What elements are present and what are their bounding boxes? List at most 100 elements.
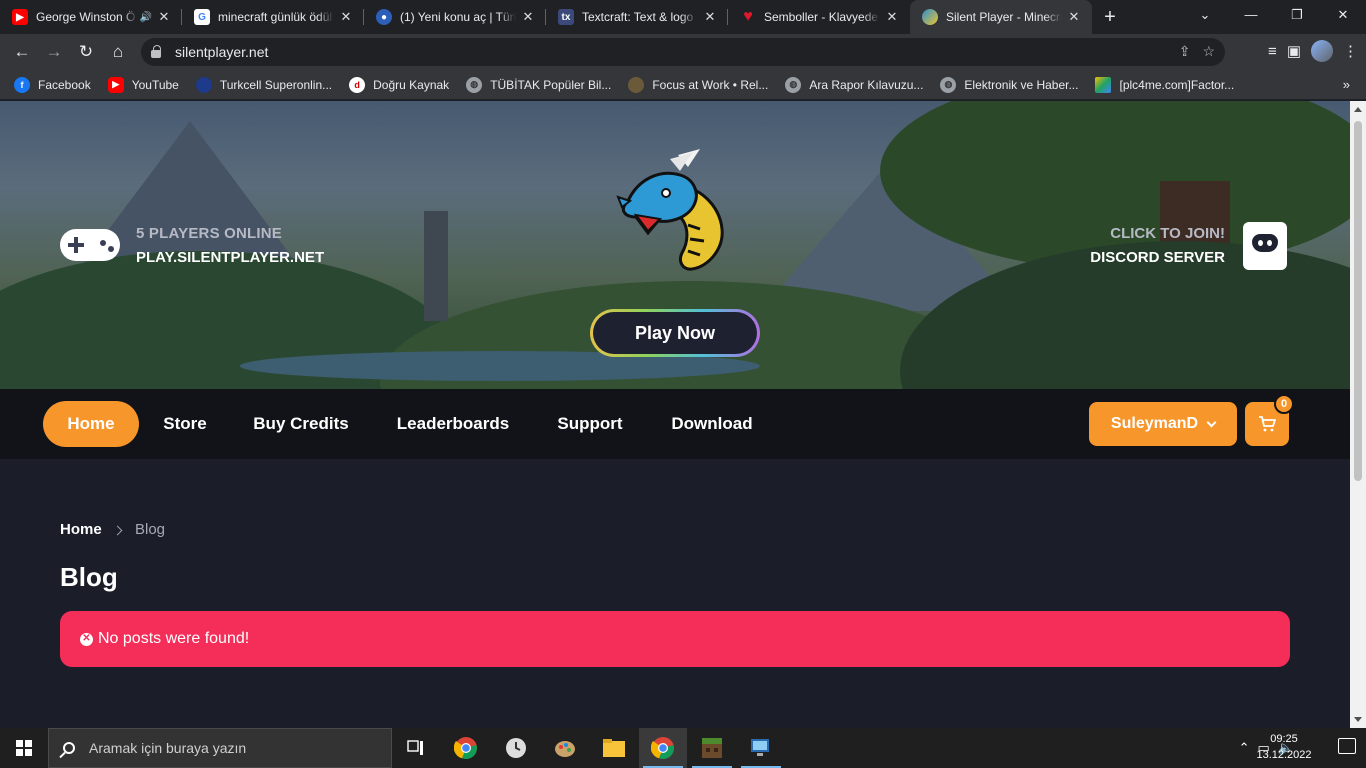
- share-icon[interactable]: ⇪: [1179, 43, 1191, 60]
- nav-support[interactable]: Support: [547, 401, 633, 447]
- nav-buy-credits[interactable]: Buy Credits: [244, 401, 358, 447]
- play-now-button[interactable]: Play Now: [590, 309, 760, 357]
- browser-tab-active[interactable]: Silent Player - Minecra ✕: [910, 0, 1092, 34]
- no-posts-alert: ✕ No posts were found!: [60, 611, 1290, 667]
- close-tab-icon[interactable]: ✕: [520, 9, 536, 25]
- heart-icon: ♥: [743, 8, 753, 25]
- bookmark-item[interactable]: ◍ Elektronik ve Haber...: [940, 76, 1079, 93]
- bookmark-label: Ara Rapor Kılavuzu...: [809, 77, 924, 92]
- tab-title: Semboller - Klavyede: [764, 10, 879, 24]
- chevron-right-icon: [112, 525, 123, 536]
- nav-leaderboards[interactable]: Leaderboards: [384, 401, 522, 447]
- close-tab-icon[interactable]: ✕: [884, 9, 900, 25]
- youtube-icon: ▶: [12, 9, 28, 25]
- close-tab-icon[interactable]: ✕: [1066, 9, 1082, 25]
- bookmark-item[interactable]: ◍ Ara Rapor Kılavuzu...: [785, 76, 924, 93]
- bookmark-label: Doğru Kaynak: [373, 77, 450, 92]
- nav-leaderboards-label: Leaderboards: [396, 414, 510, 433]
- close-window-icon[interactable]: ✕: [1320, 0, 1366, 30]
- remote-desktop-icon: [751, 739, 769, 756]
- players-online-text: 5 PLAYERS ONLINE: [136, 225, 283, 242]
- google-icon: G: [194, 9, 210, 25]
- clock-time: 09:25: [1270, 733, 1298, 745]
- scrollbar-thumb[interactable]: [1354, 121, 1362, 481]
- browser-tab[interactable]: tx Textcraft: Text & logo ✕: [546, 0, 728, 34]
- clock-app-icon: [506, 738, 526, 758]
- click-to-join-text[interactable]: CLICK TO JOIN!: [1110, 225, 1225, 242]
- clock-app-taskbar[interactable]: [492, 728, 540, 768]
- page-scrollbar[interactable]: [1350, 101, 1366, 728]
- profile-avatar[interactable]: [1311, 40, 1333, 62]
- back-arrow-icon[interactable]: ←: [6, 42, 38, 62]
- globe-icon: ◍: [785, 76, 802, 93]
- discord-icon[interactable]: [1243, 222, 1287, 270]
- nav-store[interactable]: Store: [152, 401, 218, 447]
- remote-app-taskbar[interactable]: [737, 728, 785, 768]
- task-view-button[interactable]: [392, 728, 440, 768]
- bookmark-star-icon[interactable]: ☆: [1202, 43, 1215, 60]
- restore-icon[interactable]: ❐: [1274, 0, 1320, 30]
- address-bar[interactable]: silentplayer.net ⇪ ☆: [141, 38, 1225, 66]
- page-title: Blog: [60, 562, 118, 592]
- nav-download[interactable]: Download: [660, 401, 764, 447]
- close-tab-icon[interactable]: ✕: [156, 9, 172, 25]
- nav-home[interactable]: Home: [43, 401, 139, 447]
- globe-icon: ◍: [940, 76, 957, 93]
- bookmark-item[interactable]: d Doğru Kaynak: [349, 76, 450, 93]
- dogrukaynak-icon: d: [349, 76, 366, 93]
- nav-download-label: Download: [671, 414, 753, 433]
- bookmark-item[interactable]: f Facebook: [14, 76, 91, 93]
- browser-tab[interactable]: ▶ George Winston Ö 🔊 ✕: [0, 0, 182, 34]
- paint-app-taskbar[interactable]: [541, 728, 589, 768]
- chevron-down-icon: [1206, 417, 1217, 427]
- globe-icon: ◍: [466, 76, 483, 93]
- bookmark-label: Elektronik ve Haber...: [964, 77, 1079, 92]
- browser-tab[interactable]: ● (1) Yeni konu aç | Türk ✕: [364, 0, 546, 34]
- reload-icon[interactable]: ↻: [70, 42, 102, 62]
- toolbar-right: ≡ ▣ ⋮: [1268, 40, 1358, 62]
- bookmark-item[interactable]: ◍ TÜBİTAK Popüler Bil...: [466, 76, 611, 93]
- file-explorer-taskbar[interactable]: [590, 728, 638, 768]
- minimize-icon[interactable]: —: [1228, 0, 1274, 30]
- chrome-taskbar-app[interactable]: [442, 728, 490, 768]
- breadcrumb-home[interactable]: Home: [60, 521, 102, 538]
- close-tab-icon[interactable]: ✕: [702, 9, 718, 25]
- bookmark-item[interactable]: Focus at Work • Rel...: [628, 76, 769, 93]
- lock-icon[interactable]: [151, 45, 161, 58]
- server-ip-text[interactable]: PLAY.SILENTPLAYER.NET: [136, 249, 324, 266]
- username-label: SuleymanD: [1110, 415, 1199, 432]
- clock-date: 13.12.2022: [1256, 749, 1312, 761]
- chrome-icon: [454, 737, 477, 760]
- chrome-active-taskbar-app[interactable]: [639, 728, 687, 768]
- browser-tab[interactable]: G minecraft günlük ödül ✕: [182, 0, 364, 34]
- search-icon: [63, 742, 75, 754]
- menu-kebab-icon[interactable]: ⋮: [1343, 42, 1358, 60]
- minecraft-taskbar-app[interactable]: [688, 728, 736, 768]
- bookmark-item[interactable]: Turkcell Superonlin...: [195, 76, 332, 93]
- browser-tab[interactable]: ♥ Semboller - Klavyede ✕: [728, 0, 910, 34]
- gamepad-icon[interactable]: [60, 229, 120, 261]
- speaker-icon[interactable]: 🔊: [140, 12, 152, 23]
- start-button[interactable]: [0, 728, 48, 768]
- tab-strip: ▶ George Winston Ö 🔊 ✕ G minecraft günlü…: [0, 0, 1366, 34]
- discord-server-text[interactable]: DISCORD SERVER: [1090, 249, 1225, 266]
- close-tab-icon[interactable]: ✕: [338, 9, 354, 25]
- notification-center-icon[interactable]: [1338, 738, 1356, 754]
- dragon-logo[interactable]: [608, 145, 738, 275]
- user-menu-button[interactable]: SuleymanD: [1089, 402, 1237, 446]
- new-tab-button[interactable]: +: [1092, 0, 1128, 34]
- taskbar-search-input[interactable]: Aramak için buraya yazın: [48, 728, 392, 768]
- focus-icon: [628, 76, 645, 93]
- bookmarks-overflow-button[interactable]: »: [1343, 77, 1350, 92]
- taskbar-clock[interactable]: 09:25 13.12.2022: [1248, 731, 1320, 763]
- site-navbar: Home Store Buy Credits Leaderboards Supp…: [0, 389, 1350, 459]
- home-icon[interactable]: ⌂: [102, 42, 134, 62]
- bookmark-label: Focus at Work • Rel...: [652, 77, 769, 92]
- tab-search-icon[interactable]: ⌄: [1182, 0, 1228, 30]
- side-panel-icon[interactable]: ▣: [1287, 42, 1301, 60]
- bookmark-item[interactable]: [plc4me.com]Factor...: [1095, 76, 1234, 93]
- forward-arrow-icon[interactable]: →: [38, 42, 70, 62]
- textcraft-icon: tx: [558, 9, 574, 25]
- bookmark-item[interactable]: ▶ YouTube: [107, 76, 179, 93]
- media-queue-icon[interactable]: ≡: [1268, 43, 1277, 60]
